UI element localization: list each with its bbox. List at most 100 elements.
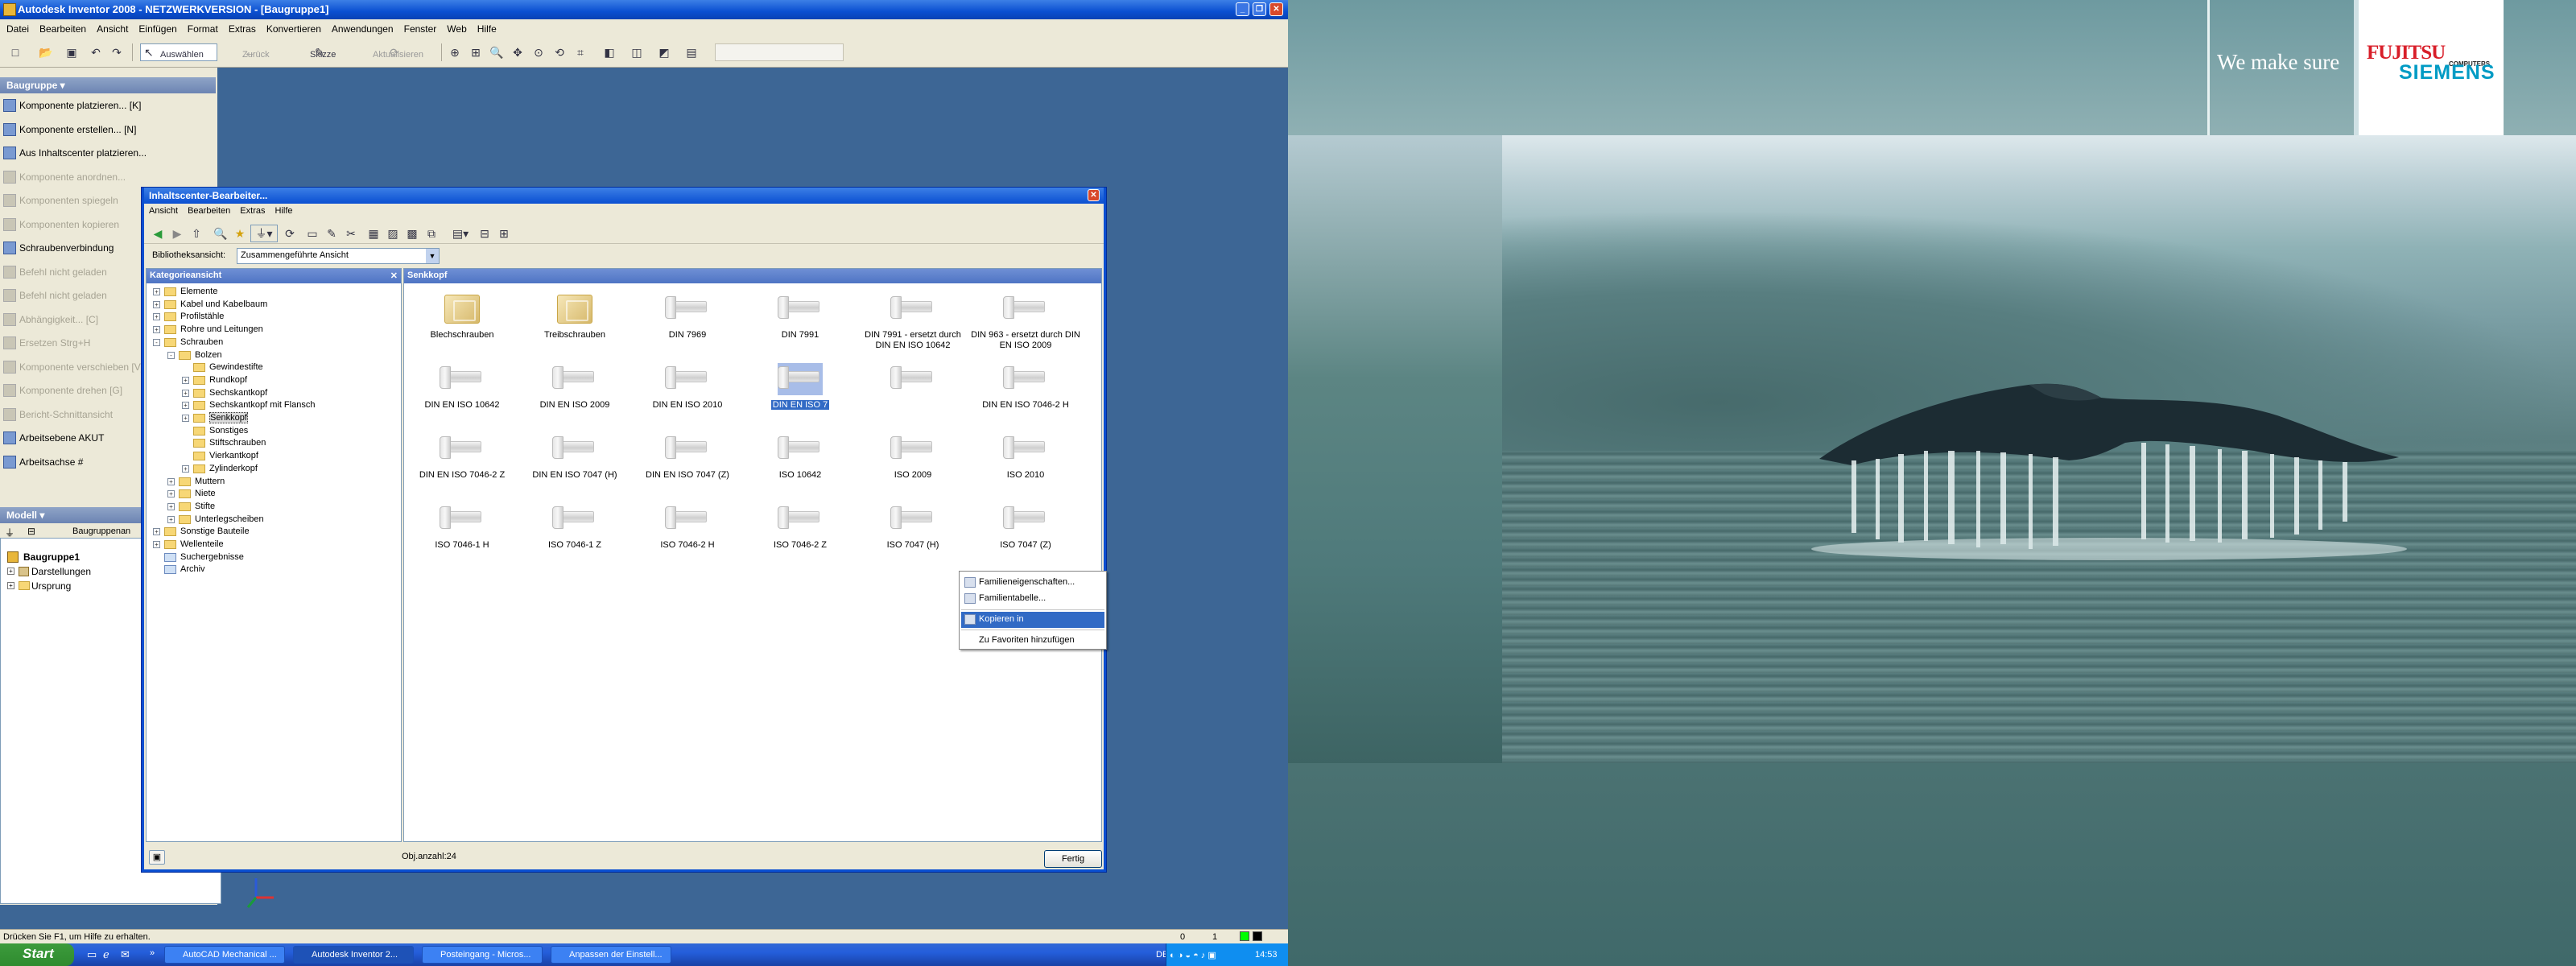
- menu-item-copy-to[interactable]: Kopieren in: [961, 612, 1104, 628]
- start-button[interactable]: Start: [0, 943, 74, 966]
- search-icon[interactable]: 🔍: [212, 225, 229, 242]
- properties-icon[interactable]: ▩: [403, 225, 421, 242]
- expand-icon[interactable]: +: [167, 515, 175, 523]
- menu-item[interactable]: Konvertieren: [266, 23, 321, 35]
- tree-node[interactable]: - Schrauben: [151, 336, 223, 349]
- pan-icon[interactable]: ✥: [509, 43, 526, 61]
- panel-toggle-icon[interactable]: ▣: [149, 850, 165, 865]
- copy-icon[interactable]: ⧉: [423, 225, 440, 242]
- tree-node[interactable]: + Rundkopf: [180, 374, 247, 386]
- dialog-menu-item[interactable]: Hilfe: [275, 206, 292, 216]
- tree-node[interactable]: + Zylinderkopf: [180, 462, 258, 475]
- expand-icon[interactable]: +: [167, 490, 175, 498]
- model-view-label[interactable]: Baugruppenan: [72, 526, 130, 536]
- tree-node[interactable]: + Senkkopf: [180, 411, 248, 424]
- panel-bar-header[interactable]: Baugruppe ▾: [0, 77, 216, 93]
- expand-icon[interactable]: +: [153, 541, 160, 548]
- menu-item[interactable]: Fenster: [404, 23, 437, 35]
- overflow-icon[interactable]: »: [150, 948, 155, 958]
- select-button[interactable]: Auswählen ↖: [140, 43, 217, 61]
- family-item[interactable]: DIN EN ISO 7046-2 Z: [406, 433, 518, 481]
- panel-command[interactable]: Abhängigkeit... [C]: [3, 311, 98, 328]
- color-dropdown[interactable]: [715, 43, 844, 61]
- family-item[interactable]: ISO 7046-1 Z: [518, 503, 631, 551]
- save-icon[interactable]: ▣: [63, 43, 80, 61]
- tree-node[interactable]: Sonstiges: [180, 424, 248, 437]
- expand-icon[interactable]: +: [182, 376, 189, 384]
- table-icon[interactable]: ▦: [365, 225, 382, 242]
- family-item[interactable]: ISO 10642: [744, 433, 857, 481]
- family-item[interactable]: DIN EN ISO 2009: [518, 363, 631, 411]
- panel-command[interactable]: Komponenten kopieren: [3, 216, 119, 233]
- menu-item[interactable]: Einfügen: [138, 23, 176, 35]
- display-mode-icon[interactable]: ◧: [601, 43, 618, 61]
- menu-item[interactable]: Hilfe: [477, 23, 497, 35]
- menu-item[interactable]: Datei: [6, 23, 29, 35]
- menu-item[interactable]: Web: [447, 23, 466, 35]
- collapse-icon[interactable]: -: [153, 338, 160, 346]
- filter-icon[interactable]: ⏚▾: [250, 225, 278, 242]
- tree-node[interactable]: Archiv: [151, 563, 205, 576]
- task-outlook[interactable]: Posteingang - Micros...: [422, 946, 543, 964]
- menu-item-add-favorites[interactable]: Zu Favoriten hinzufügen: [961, 633, 1104, 649]
- tree-node[interactable]: + Unterlegscheiben: [166, 513, 264, 526]
- collapse-icon[interactable]: -: [167, 351, 175, 359]
- tree-node[interactable]: + Profilstähle: [151, 310, 224, 323]
- family-item[interactable]: DIN EN ISO 10642: [406, 363, 518, 411]
- family-item[interactable]: DIN EN ISO 2010: [631, 363, 744, 411]
- tree-node[interactable]: Vierkantkopf: [180, 449, 258, 462]
- panel-command[interactable]: Schraubenverbindung: [3, 239, 114, 257]
- camera-icon[interactable]: ◫: [628, 43, 646, 61]
- zoom-icon[interactable]: 🔍: [488, 43, 506, 61]
- panel-command[interactable]: Ersetzen Strg+H: [3, 334, 90, 352]
- section-icon[interactable]: ◩: [655, 43, 673, 61]
- tree-node[interactable]: Suchergebnisse: [151, 551, 244, 564]
- tree-node[interactable]: + Muttern: [166, 475, 225, 488]
- look-at-icon[interactable]: ⌗: [572, 43, 589, 61]
- expand-icon[interactable]: +: [182, 415, 189, 422]
- family-item[interactable]: ISO 7047 (Z): [969, 503, 1082, 551]
- expand-icon[interactable]: +: [153, 326, 160, 334]
- task-autocad[interactable]: AutoCAD Mechanical ...: [164, 946, 285, 964]
- dialog-menu-item[interactable]: Bearbeiten: [188, 206, 230, 216]
- panel-command[interactable]: Befehl nicht geladen: [3, 263, 107, 281]
- tree-icon[interactable]: ⊟: [27, 526, 35, 537]
- tree-node[interactable]: + Elemente: [151, 285, 217, 298]
- task-settings[interactable]: Anpassen der Einstell...: [551, 946, 671, 964]
- outlook-icon[interactable]: ✉: [121, 948, 130, 961]
- quicklaunch-icon[interactable]: ▭: [87, 948, 97, 961]
- done-button[interactable]: Fertig: [1044, 850, 1102, 868]
- redo-icon[interactable]: ↷: [108, 43, 126, 61]
- menu-item[interactable]: Extras: [229, 23, 256, 35]
- open-icon[interactable]: 📂: [37, 43, 55, 61]
- panel-command[interactable]: Bericht-Schnittansicht: [3, 406, 113, 423]
- family-item[interactable]: DIN EN ISO 7046-2 H: [969, 363, 1082, 411]
- tree-node[interactable]: + Sechskantkopf: [180, 386, 267, 399]
- tree-node[interactable]: + Sonstige Bauteile: [151, 525, 250, 538]
- minimize-icon[interactable]: _: [1236, 2, 1249, 16]
- panel-command[interactable]: Komponenten spiegeln: [3, 192, 118, 209]
- tree-node[interactable]: - Bolzen: [166, 349, 222, 361]
- expand-icon[interactable]: +: [153, 300, 160, 308]
- model-node-origin[interactable]: + Ursprung: [4, 579, 71, 593]
- tree-node[interactable]: + Niete: [166, 487, 216, 500]
- zoom-all-icon[interactable]: ⊕: [446, 43, 464, 61]
- tray-icons[interactable]: ◐ ◑ ◒ ◓ ♪ ▣: [1170, 951, 1216, 960]
- restore-icon[interactable]: ❐: [1253, 2, 1266, 16]
- update-button[interactable]: Aktualisieren ⟳: [354, 43, 435, 61]
- family-item[interactable]: ISO 7047 (H): [857, 503, 969, 551]
- panel-command[interactable]: Komponente anordnen...: [3, 168, 126, 186]
- new-folder-icon[interactable]: ▭: [303, 225, 321, 242]
- shadow-icon[interactable]: ▤: [683, 43, 700, 61]
- tree-node[interactable]: + Wellenteile: [151, 538, 224, 551]
- family-item[interactable]: Blechschrauben: [406, 293, 518, 341]
- close-icon[interactable]: ✕: [1269, 2, 1283, 16]
- forward-icon[interactable]: ▶: [168, 225, 186, 242]
- tree-node[interactable]: + Stifte: [166, 500, 215, 513]
- family-item[interactable]: DIN 7991 - ersetzt durch DIN EN ISO 1064…: [857, 293, 969, 351]
- task-inventor[interactable]: Autodesk Inventor 2...: [293, 946, 414, 964]
- back-icon[interactable]: ◀: [149, 225, 167, 242]
- family-item[interactable]: ISO 7046-1 H: [406, 503, 518, 551]
- image-icon[interactable]: ▨: [384, 225, 402, 242]
- tree-node[interactable]: + Rohre und Leitungen: [151, 323, 263, 336]
